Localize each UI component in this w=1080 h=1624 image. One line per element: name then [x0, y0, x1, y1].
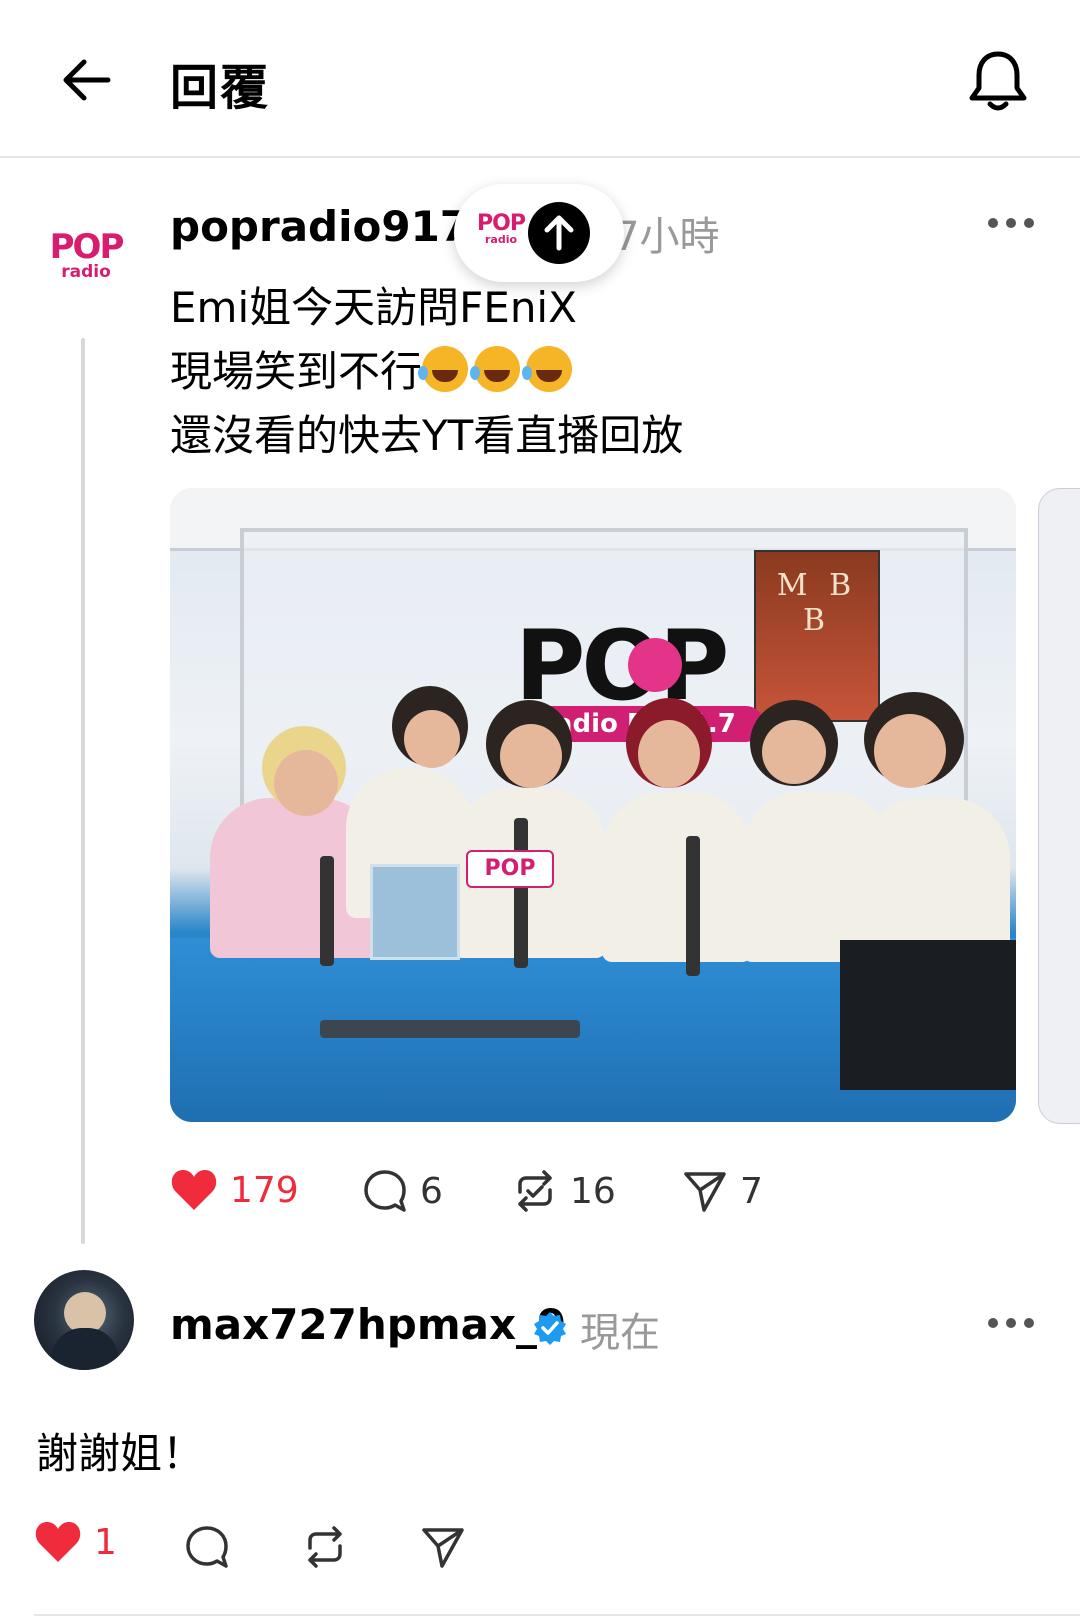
top-bar: 回覆	[0, 0, 1080, 158]
laughing-emoji-icon	[470, 346, 521, 392]
heart-filled-icon	[171, 1170, 217, 1210]
poster-text: M B B	[776, 568, 858, 638]
avatar[interactable]	[34, 1270, 134, 1370]
image-pop-logo-dot	[628, 638, 682, 692]
post-text-line-text: 現場笑到不行	[170, 347, 423, 396]
repost-count: 16	[570, 1170, 616, 1212]
post-timestamp: 7小時	[614, 214, 720, 260]
avatar[interactable]: POP radio	[40, 210, 132, 302]
more-options-icon[interactable]	[988, 218, 1034, 228]
page-title: 回覆	[170, 60, 271, 116]
send-icon	[422, 1528, 464, 1568]
image-mic	[514, 818, 528, 968]
comment-icon	[186, 1526, 228, 1568]
image-person-face	[638, 720, 700, 788]
post-image[interactable]: M B B POP radio Fm91.7 POP	[170, 488, 1016, 1122]
repost-icon	[308, 1526, 342, 1568]
post-image-next[interactable]	[1038, 488, 1080, 1124]
verified-badge-icon	[532, 1310, 568, 1346]
repost-icon	[518, 1170, 552, 1212]
reply-timestamp: 現在	[580, 1310, 660, 1356]
pill-avatar: POP radio	[476, 211, 526, 246]
like-count: 179	[230, 1169, 299, 1211]
scroll-to-top-pill[interactable]: POP radio	[454, 184, 624, 282]
bell-icon[interactable]	[966, 48, 1030, 114]
post-text-line: 還沒看的快去YT看直播回放	[170, 411, 684, 460]
arrow-left-icon[interactable]	[58, 52, 114, 108]
image-person-face	[404, 710, 460, 768]
repost-button[interactable]	[302, 1524, 360, 1570]
avatar-body	[52, 1328, 118, 1370]
divider	[34, 1614, 1080, 1616]
share-count: 7	[740, 1170, 763, 1212]
avatar-logo-text: POP	[49, 227, 125, 267]
laughing-emoji-icon	[418, 346, 469, 392]
thread-line	[81, 338, 85, 1244]
post-text-line: Emi姐今天訪問FEniX	[170, 283, 577, 332]
image-person-face	[874, 714, 946, 788]
image-person-face	[274, 750, 338, 816]
arrow-up-icon[interactable]	[528, 202, 590, 264]
reply-username[interactable]: max727hpmax_9	[170, 1300, 566, 1349]
image-poster: M B B	[754, 550, 880, 722]
image-monitor	[840, 940, 1016, 1090]
image-mic	[686, 836, 700, 976]
comment-count: 6	[420, 1170, 443, 1212]
post-text-line: 現場笑到不行	[170, 342, 578, 402]
comment-button[interactable]	[184, 1524, 242, 1570]
more-options-icon[interactable]	[988, 1318, 1034, 1328]
image-album	[370, 864, 460, 960]
repost-button[interactable]: 16	[512, 1168, 616, 1214]
comment-button[interactable]: 6	[362, 1168, 443, 1214]
send-icon	[684, 1172, 726, 1212]
image-person	[602, 792, 752, 962]
like-button[interactable]: 1	[34, 1520, 117, 1564]
pill-logo-subtext: radio	[484, 233, 518, 246]
image-person-face	[762, 720, 826, 784]
avatar-logo-subtext: radio	[61, 262, 111, 282]
share-button[interactable]: 7	[682, 1168, 763, 1214]
pill-logo-text: POP	[477, 211, 526, 236]
share-button[interactable]	[420, 1524, 478, 1570]
laughing-emoji-icon	[522, 346, 573, 392]
heart-filled-icon	[35, 1522, 81, 1562]
post-username[interactable]: popradio917	[170, 202, 469, 251]
image-mixer	[320, 1020, 580, 1038]
image-mic	[320, 856, 334, 966]
image-mic-flag: POP	[466, 850, 554, 888]
like-button[interactable]: 179	[170, 1168, 299, 1212]
reply-text: 謝謝姐！	[36, 1429, 205, 1478]
like-count: 1	[94, 1521, 117, 1563]
image-person-face	[500, 724, 562, 788]
comment-icon	[364, 1170, 406, 1212]
